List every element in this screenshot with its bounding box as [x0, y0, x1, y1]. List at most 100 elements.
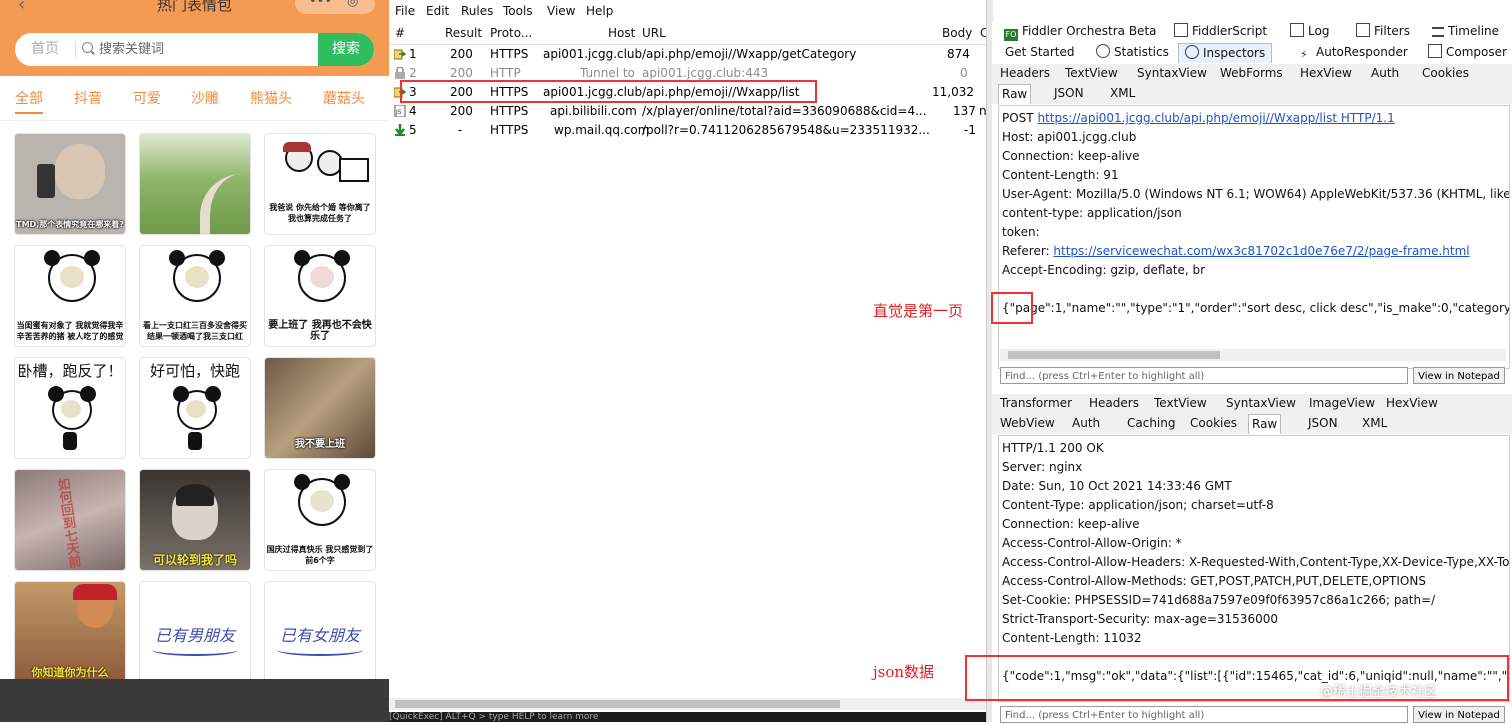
search-divider	[75, 42, 76, 57]
sticker-card[interactable]: 国庆过得真快乐 我只感觉到了前6个字	[264, 469, 376, 571]
session-row[interactable]: JS 4 200 HTTPS api.bilibili.com /x/playe…	[389, 102, 987, 121]
session-row[interactable]: 5 - HTTPS wp.mail.qq.com /poll?r=0.74112…	[389, 121, 986, 140]
resp-tab-xml[interactable]: XML	[1362, 414, 1387, 433]
sticker-card[interactable]: 卧槽，跑反了！	[14, 357, 126, 459]
resp-tab-syntaxview[interactable]: SyntaxView	[1226, 394, 1296, 413]
request-tab-row-2: Raw JSON XML	[992, 84, 1512, 104]
sticker-card[interactable]: 可以轮到我了吗	[139, 469, 251, 571]
request-raw-text[interactable]: POST https://api001.jcgg.club/api.php/em…	[998, 105, 1510, 369]
tab-label: Inspectors	[1203, 46, 1266, 60]
category-tab[interactable]: 全部	[15, 86, 43, 114]
tab-filters[interactable]: Filters	[1356, 22, 1410, 41]
category-tab[interactable]: 蘑菇头	[323, 86, 365, 112]
tab-autoresponder[interactable]: ⚡ AutoResponder	[1300, 43, 1408, 62]
resp-tab-headers[interactable]: Headers	[1089, 394, 1139, 413]
request-url-link[interactable]: https://api001.jcgg.club/api.php/emoji//…	[1037, 111, 1394, 125]
request-line: POST https://api001.jcgg.club/api.php/em…	[1002, 111, 1395, 125]
panda-face-icon	[44, 250, 100, 302]
resp-tab-webview[interactable]: WebView	[1000, 414, 1055, 433]
menu-view[interactable]: View	[547, 4, 575, 18]
sticker-caption: 已有女朋友	[279, 626, 360, 645]
request-hscrollbar[interactable]	[1000, 349, 1506, 361]
session-body: -1	[964, 123, 976, 137]
sticker-card[interactable]: 我不要上班	[264, 357, 376, 459]
tab-timeline[interactable]: Timeline	[1432, 22, 1499, 41]
sticker-card[interactable]: 已有女朋友	[264, 581, 376, 683]
response-view-in-notepad-button[interactable]: View in Notepad	[1413, 706, 1505, 723]
request-find-input[interactable]: Find... (press Ctrl+Enter to highlight a…	[1000, 367, 1408, 384]
menu-edit[interactable]: Edit	[426, 4, 449, 18]
menu-help[interactable]: Help	[586, 4, 613, 18]
menu-rules[interactable]: Rules	[461, 4, 493, 18]
req-tab-hexview[interactable]: HexView	[1300, 64, 1352, 83]
category-tab[interactable]: 熊猫头	[250, 86, 292, 112]
session-row[interactable]: 1 200 HTTPS api001.jcgg.club /api.php/em…	[389, 45, 986, 64]
close-circle-icon[interactable]: ◎	[347, 0, 358, 9]
req-tab-auth[interactable]: Auth	[1371, 64, 1399, 83]
menu-tools[interactable]: Tools	[503, 4, 533, 18]
tab-statistics[interactable]: Statistics	[1096, 43, 1169, 62]
req-tab-cookies[interactable]: Cookies	[1422, 64, 1469, 83]
category-tab[interactable]: 可爱	[133, 86, 161, 112]
sticker-card[interactable]: 你知道你为什么	[14, 581, 126, 683]
resp-tab-imageview[interactable]: ImageView	[1309, 394, 1375, 413]
menu-file[interactable]: File	[395, 4, 415, 18]
req-tab-xml[interactable]: XML	[1110, 84, 1135, 103]
resp-tab-raw[interactable]: Raw	[1248, 414, 1282, 434]
sticker-card[interactable]	[139, 133, 251, 235]
category-tab[interactable]: 沙雕	[191, 86, 219, 112]
col-body[interactable]: Body	[942, 26, 972, 40]
search-button[interactable]: 搜索	[318, 33, 374, 66]
req-tab-textview[interactable]: TextView	[1065, 64, 1118, 83]
search-input[interactable]: 搜索关键词	[99, 33, 164, 66]
request-tab-row-1: Headers TextView SyntaxView WebForms Hex…	[992, 64, 1512, 84]
req-tab-syntaxview[interactable]: SyntaxView	[1137, 64, 1207, 83]
resp-tab-cookies[interactable]: Cookies	[1190, 414, 1237, 433]
watermark: @稀土掘金技术社区	[1320, 685, 1438, 700]
req-tab-json[interactable]: JSON	[1054, 84, 1084, 103]
col-host[interactable]: Host	[608, 26, 635, 40]
tab-composer[interactable]: Composer	[1428, 43, 1507, 62]
sticker-card[interactable]: 已有男朋友	[139, 581, 251, 683]
resp-tab-caching[interactable]: Caching	[1127, 414, 1176, 433]
sticker-card[interactable]: 要上班了 我再也不会快乐了	[264, 245, 376, 347]
col-num[interactable]: #	[395, 26, 405, 40]
resp-tab-json[interactable]: JSON	[1308, 414, 1338, 433]
col-result[interactable]: Result	[445, 26, 482, 40]
tab-fiddlerscript[interactable]: FiddlerScript	[1174, 22, 1267, 41]
sticker-card[interactable]: 看上一支口红三百多没舍得买 结果一顿酒喝了我三支口红	[139, 245, 251, 347]
sticker-card[interactable]: 当闺蜜有对象了 我就觉得我辛辛苦苦养的猪 被人吃了的感觉	[14, 245, 126, 347]
tab-fiddler-orchestra[interactable]: FO Fiddler Orchestra Beta	[1004, 22, 1157, 41]
referer-link[interactable]: https://servicewechat.com/wx3c81702c1d0e…	[1053, 244, 1469, 258]
sticker-card[interactable]: 我爸说 你先给个婚 等你离了 我也算完成任务了	[264, 133, 376, 235]
req-tab-raw[interactable]: Raw	[998, 84, 1032, 104]
sticker-card[interactable]: 如何回到七天前	[14, 469, 126, 571]
col-url[interactable]: URL	[642, 26, 666, 40]
req-tab-webforms[interactable]: WebForms	[1220, 64, 1283, 83]
session-body: 137	[953, 104, 976, 118]
sticker-caption: 好可怕，快跑	[149, 362, 240, 380]
sticker-card[interactable]: 好可怕，快跑	[139, 357, 251, 459]
request-view-in-notepad-button[interactable]: View in Notepad	[1413, 367, 1505, 384]
resp-tab-auth[interactable]: Auth	[1072, 414, 1100, 433]
tab-log[interactable]: Log	[1290, 22, 1329, 41]
sticker-caption: 看上一支口红三百多没舍得买 结果一顿酒喝了我三支口红	[143, 321, 247, 341]
panda-face-icon	[48, 386, 96, 430]
more-dots-icon[interactable]: •••	[309, 0, 332, 9]
tab-inspectors[interactable]: Inspectors	[1178, 43, 1273, 63]
tab-get-started[interactable]: Get Started	[1005, 43, 1075, 62]
capsule-menu[interactable]: ••• ◎	[295, 0, 375, 14]
home-link[interactable]: 首页	[15, 33, 75, 66]
category-tab[interactable]: 抖音	[74, 86, 102, 112]
response-find-input[interactable]: Find... (press Ctrl+Enter to highlight a…	[1000, 706, 1408, 723]
tab-label: Log	[1308, 24, 1330, 38]
sticker-card[interactable]: TMD,那个表情究竟在哪来着?	[14, 133, 126, 235]
response-line: Connection: keep-alive	[1002, 517, 1140, 531]
horizontal-scrollbar[interactable]	[389, 698, 986, 710]
resp-tab-hexview[interactable]: HexView	[1386, 394, 1438, 413]
req-tab-headers[interactable]: Headers	[1000, 64, 1050, 83]
resp-tab-textview[interactable]: TextView	[1154, 394, 1207, 413]
quickexec-bar[interactable]: [QuickExec] ALT+Q > type HELP to learn m…	[389, 712, 986, 722]
col-protocol[interactable]: Proto...	[490, 26, 532, 40]
resp-tab-transformer[interactable]: Transformer	[1000, 394, 1072, 413]
